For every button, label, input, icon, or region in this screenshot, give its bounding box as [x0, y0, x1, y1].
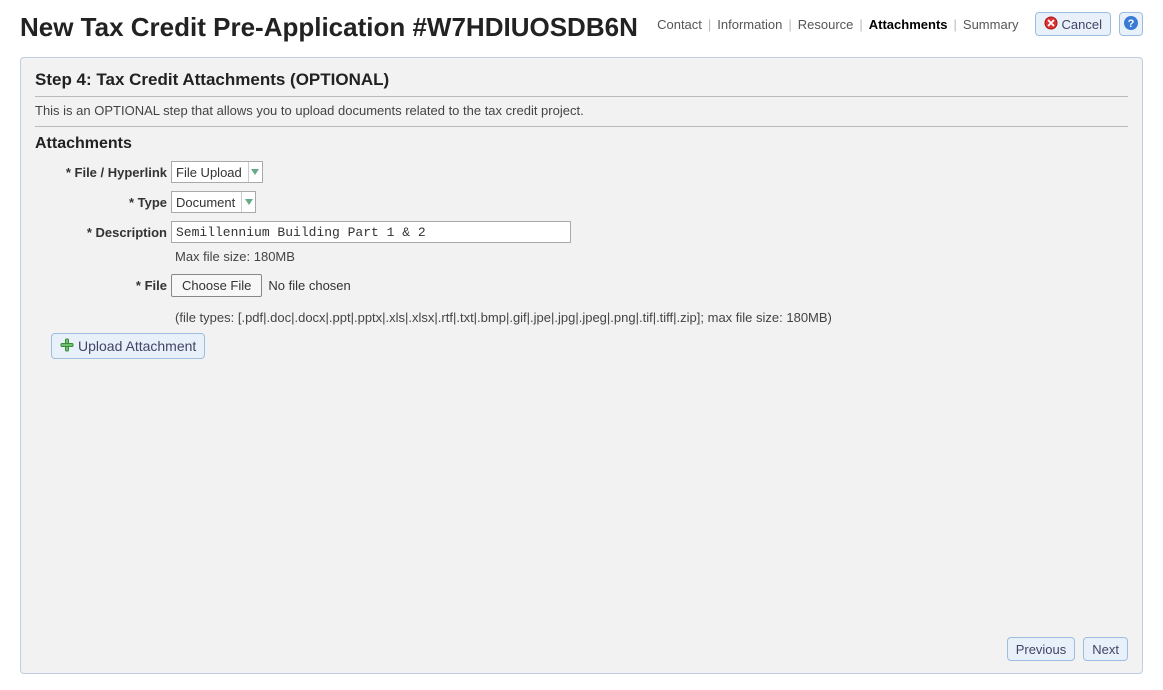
upload-attachment-label: Upload Attachment: [78, 338, 196, 354]
nav-separator: |: [708, 17, 711, 32]
chevron-down-icon: [245, 199, 253, 205]
wizard-steps-nav: Contact | Information | Resource | Attac…: [653, 17, 1022, 32]
file-hyperlink-label: * File / Hyperlink: [35, 165, 171, 180]
step-attachments[interactable]: Attachments: [865, 17, 952, 32]
description-label: * Description: [35, 225, 171, 240]
cancel-label: Cancel: [1062, 17, 1102, 32]
choose-file-button[interactable]: Choose File: [171, 274, 262, 297]
nav-separator: |: [954, 17, 957, 32]
svg-text:?: ?: [1128, 18, 1135, 30]
file-hyperlink-value: File Upload: [172, 165, 248, 180]
step-heading: Step 4: Tax Credit Attachments (OPTIONAL…: [35, 70, 1128, 90]
cancel-button[interactable]: Cancel: [1035, 12, 1111, 36]
chevron-down-icon: [251, 169, 259, 175]
page-title: New Tax Credit Pre-Application #W7HDIUOS…: [20, 12, 638, 43]
main-panel: Step 4: Tax Credit Attachments (OPTIONAL…: [20, 57, 1143, 674]
plus-icon: [60, 338, 74, 355]
file-status: No file chosen: [268, 278, 350, 293]
divider: [35, 96, 1128, 97]
divider: [35, 126, 1128, 127]
file-label: * File: [35, 278, 171, 293]
max-file-hint: Max file size: 180MB: [175, 249, 1128, 264]
file-hyperlink-select[interactable]: File Upload: [171, 161, 263, 183]
step-summary[interactable]: Summary: [959, 17, 1023, 32]
nav-separator: |: [859, 17, 862, 32]
step-contact[interactable]: Contact: [653, 17, 706, 32]
type-select[interactable]: Document: [171, 191, 256, 213]
help-icon: ?: [1123, 15, 1139, 34]
dropdown-trigger[interactable]: [248, 162, 262, 182]
filetypes-hint: (file types: [.pdf|.doc|.docx|.ppt|.pptx…: [175, 310, 1128, 325]
description-input[interactable]: [171, 221, 571, 243]
next-button[interactable]: Next: [1083, 637, 1128, 661]
step-resource[interactable]: Resource: [794, 17, 858, 32]
step-description: This is an OPTIONAL step that allows you…: [35, 103, 1128, 118]
type-value: Document: [172, 195, 241, 210]
help-button[interactable]: ?: [1119, 12, 1143, 36]
dropdown-trigger[interactable]: [241, 192, 255, 212]
previous-button[interactable]: Previous: [1007, 637, 1076, 661]
upload-attachment-button[interactable]: Upload Attachment: [51, 333, 205, 359]
cancel-icon: [1044, 16, 1058, 33]
nav-separator: |: [788, 17, 791, 32]
type-label: * Type: [35, 195, 171, 210]
step-information[interactable]: Information: [713, 17, 786, 32]
attachments-heading: Attachments: [35, 135, 1128, 153]
